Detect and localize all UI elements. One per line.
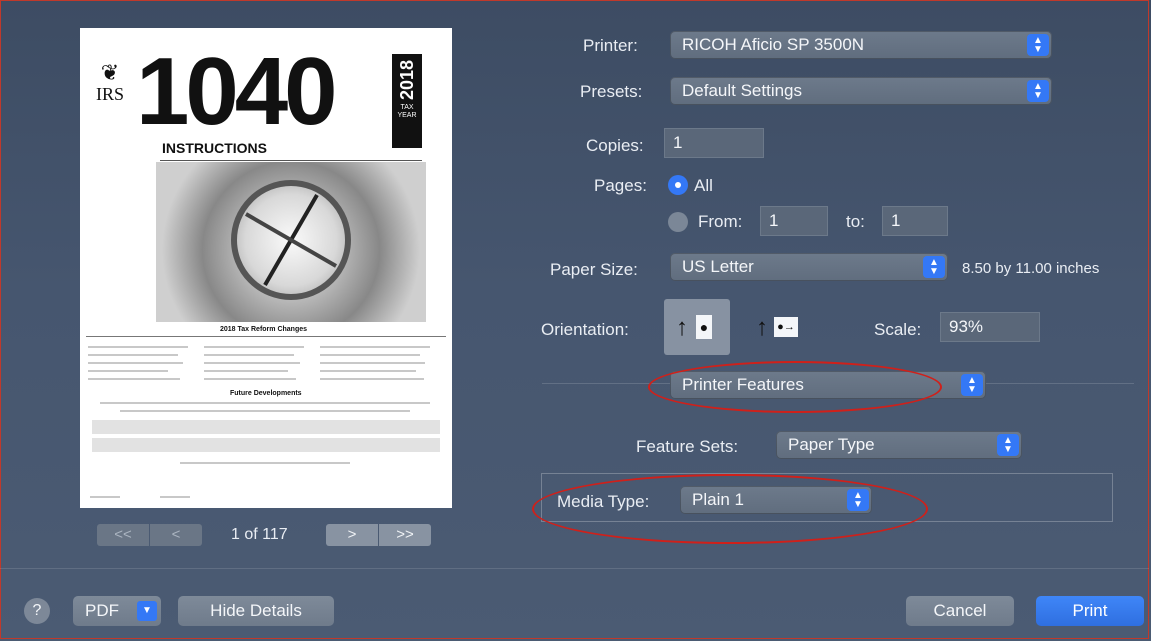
cancel-button[interactable]: Cancel [906, 596, 1014, 626]
select-arrows-icon: ▲ ▼ [961, 374, 983, 396]
doc-banner [92, 420, 440, 434]
select-arrows-icon: ▲ ▼ [997, 434, 1019, 456]
paper-size-select[interactable]: US Letter ▲ ▼ [670, 253, 948, 281]
presets-label: Presets: [580, 82, 643, 101]
pdf-menu-button[interactable]: PDF ▼ [73, 596, 161, 626]
printer-select[interactable]: RICOH Aficio SP 3500N ▲ ▼ [670, 31, 1052, 59]
doc-number: 1040 [136, 38, 338, 145]
printer-label: Printer: [583, 36, 638, 55]
orientation-label: Orientation: [541, 320, 629, 339]
scale-field[interactable]: 93% [940, 312, 1040, 342]
landscape-button[interactable]: ↑ ●→ [748, 299, 808, 355]
cover-image [156, 162, 426, 322]
chevron-down-icon: ▼ [137, 601, 157, 621]
pages-all-radio[interactable] [668, 175, 688, 195]
annotation-circle [648, 361, 942, 413]
portrait-button[interactable]: ↑ ● [664, 299, 730, 355]
presets-select[interactable]: Default Settings ▲ ▼ [670, 77, 1052, 105]
doc-section-title-2: Future Developments [230, 390, 302, 397]
annotation-circle [532, 474, 928, 544]
select-arrows-icon: ▲ ▼ [1027, 80, 1049, 102]
pages-all-label: All [694, 176, 713, 195]
pages-from-field[interactable]: 1 [760, 206, 828, 236]
landscape-icon: ↑ ●→ [756, 313, 800, 343]
first-page-button[interactable]: << [97, 524, 149, 546]
copies-label: Copies: [586, 136, 644, 155]
feature-sets-select[interactable]: Paper Type ▲ ▼ [776, 431, 1022, 459]
select-arrows-icon: ▲ ▼ [923, 256, 945, 278]
doc-year-badge: 2018 TAX YEAR [392, 54, 422, 148]
paper-size-label: Paper Size: [550, 260, 638, 279]
page-indicator: 1 of 117 [231, 526, 288, 543]
pages-from-label: From: [698, 212, 743, 231]
doc-banner [92, 438, 440, 452]
doc-section-title-1: 2018 Tax Reform Changes [220, 326, 308, 333]
scale-label: Scale: [874, 320, 922, 339]
doc-heading: INSTRUCTIONS [162, 140, 267, 156]
last-page-button[interactable]: >> [379, 524, 431, 546]
hide-details-button[interactable]: Hide Details [178, 596, 334, 626]
next-page-button[interactable]: > [326, 524, 378, 546]
pages-to-field[interactable]: 1 [882, 206, 948, 236]
pages-from-radio[interactable] [668, 212, 688, 232]
pages-to-label: to: [846, 212, 865, 231]
pages-label: Pages: [594, 176, 647, 195]
select-arrows-icon: ▲ ▼ [1027, 34, 1049, 56]
irs-logo: ❦ IRS [95, 60, 124, 105]
footer-divider [0, 568, 1149, 569]
page-preview: ❦ IRS 1040 2018 TAX YEAR INSTRUCTIONS 20… [80, 28, 452, 508]
help-button[interactable]: ? [24, 598, 50, 624]
previous-page-button[interactable]: < [150, 524, 202, 546]
copies-field[interactable]: 1 [664, 128, 764, 158]
paper-dimensions: 8.50 by 11.00 inches [962, 260, 1100, 277]
print-button[interactable]: Print [1036, 596, 1144, 626]
portrait-icon: ↑ ● [676, 313, 714, 343]
feature-sets-label: Feature Sets: [636, 437, 739, 456]
